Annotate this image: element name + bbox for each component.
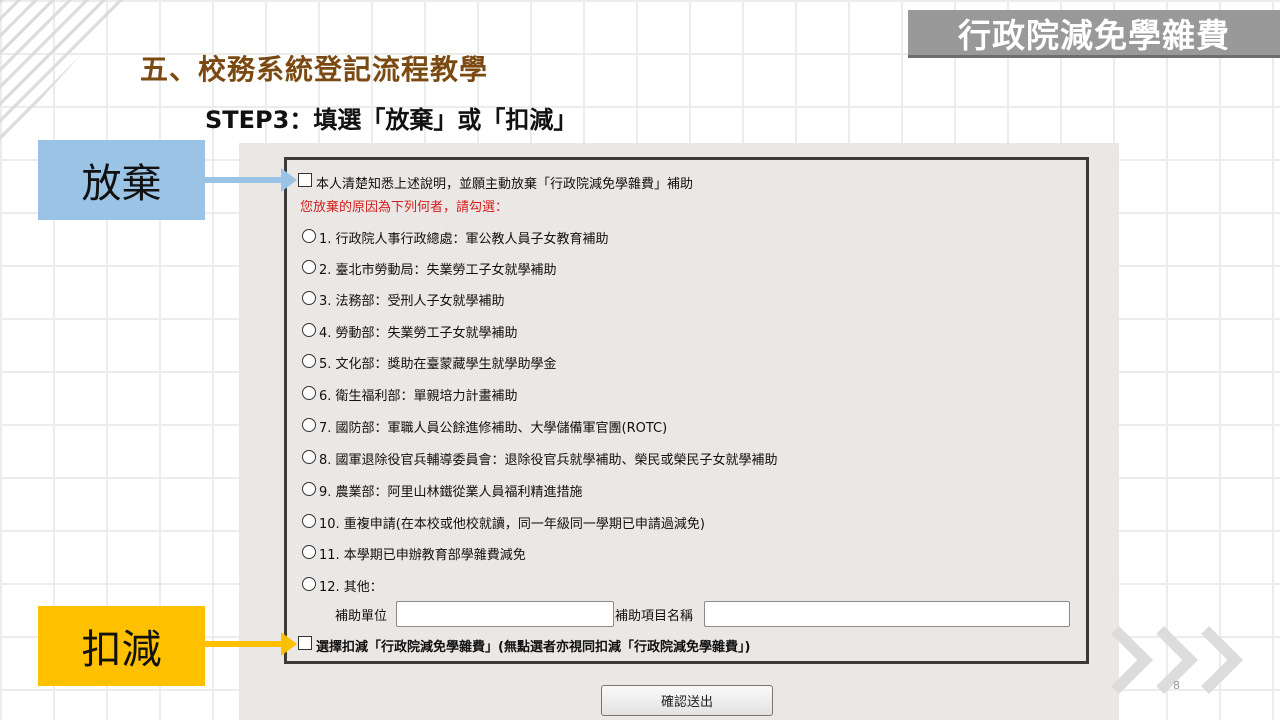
- subsidy-item-label: 補助項目名稱: [615, 609, 694, 624]
- reason-label-10: 10. 重複申請(在本校或他校就讀，同一年級同一學期已申請過減免): [319, 517, 705, 532]
- subsidy-item-input[interactable]: [704, 601, 1070, 627]
- reason-label-9: 9. 農業部：阿里山林鐵從業人員福利精進措施: [319, 485, 583, 500]
- reason-radio-5[interactable]: [302, 354, 316, 368]
- callout-abandon-arrowhead: [281, 168, 297, 192]
- reason-radio-6[interactable]: [302, 386, 316, 400]
- step-heading: STEP3：填選「放棄」或「扣減」: [205, 106, 578, 134]
- reason-label-1: 1. 行政院人事行政總處：軍公教人員子女教育補助: [319, 232, 609, 247]
- reason-radio-7[interactable]: [302, 418, 316, 432]
- reason-radio-3[interactable]: [302, 291, 316, 305]
- deduct-checkbox-label: 選擇扣減「行政院減免學雜費」(無點選者亦視同扣減「行政院減免學雜費」): [316, 640, 751, 655]
- reason-radio-1[interactable]: [302, 229, 316, 243]
- brand-underline: [908, 55, 1280, 58]
- abandon-checkbox-label: 本人清楚知悉上述說明，並願主動放棄「行政院減免學雜費」補助: [316, 177, 694, 192]
- reason-label-2: 2. 臺北市勞動局：失業勞工子女就學補助: [319, 263, 557, 278]
- callout-deduct-arrowhead: [281, 632, 297, 656]
- chevron-right-icon: [1175, 626, 1243, 694]
- reason-label-3: 3. 法務部：受刑人子女就學補助: [319, 294, 505, 309]
- reason-radio-9[interactable]: [302, 482, 316, 496]
- callout-abandon-arrow: [205, 177, 282, 183]
- reason-prompt: 您放棄的原因為下列何者，請勾選：: [300, 200, 509, 215]
- callout-deduct-arrow: [205, 641, 282, 647]
- reason-label-12: 12. 其他：: [319, 580, 383, 595]
- reason-radio-2[interactable]: [302, 260, 316, 274]
- submit-button[interactable]: 確認送出: [601, 685, 773, 716]
- reason-label-4: 4. 勞動部：失業勞工子女就學補助: [319, 326, 518, 341]
- reason-radio-10[interactable]: [302, 514, 316, 528]
- subsidy-unit-input[interactable]: [396, 601, 614, 627]
- reason-radio-4[interactable]: [302, 323, 316, 337]
- reason-label-5: 5. 文化部：獎助在臺蒙藏學生就學助學金: [319, 357, 557, 372]
- callout-abandon: 放棄: [38, 140, 205, 220]
- reason-label-11: 11. 本學期已申辦教育部學雜費減免: [319, 548, 526, 563]
- slide-title: 五、校務系統登記流程教學: [140, 53, 489, 86]
- subsidy-unit-label: 補助單位: [335, 609, 388, 624]
- callout-deduct: 扣減: [38, 606, 205, 686]
- reason-radio-11[interactable]: [302, 545, 316, 559]
- brand-banner: 行政院減免學雜費: [908, 10, 1280, 55]
- reason-radio-12[interactable]: [302, 577, 316, 591]
- reason-label-8: 8. 國軍退除役官兵輔導委員會：退除役官兵就學補助、榮民或榮民子女就學補助: [319, 453, 778, 468]
- deduct-checkbox[interactable]: [298, 636, 312, 650]
- decorative-stripes: [0, 0, 130, 145]
- abandon-checkbox[interactable]: [298, 173, 312, 187]
- reason-label-7: 7. 國防部：軍職人員公餘進修補助、大學儲備軍官團(ROTC): [319, 421, 668, 436]
- reason-radio-8[interactable]: [302, 450, 316, 464]
- reason-label-6: 6. 衛生福利部：單親培力計畫補助: [319, 389, 518, 404]
- page-number: 8: [1173, 679, 1180, 692]
